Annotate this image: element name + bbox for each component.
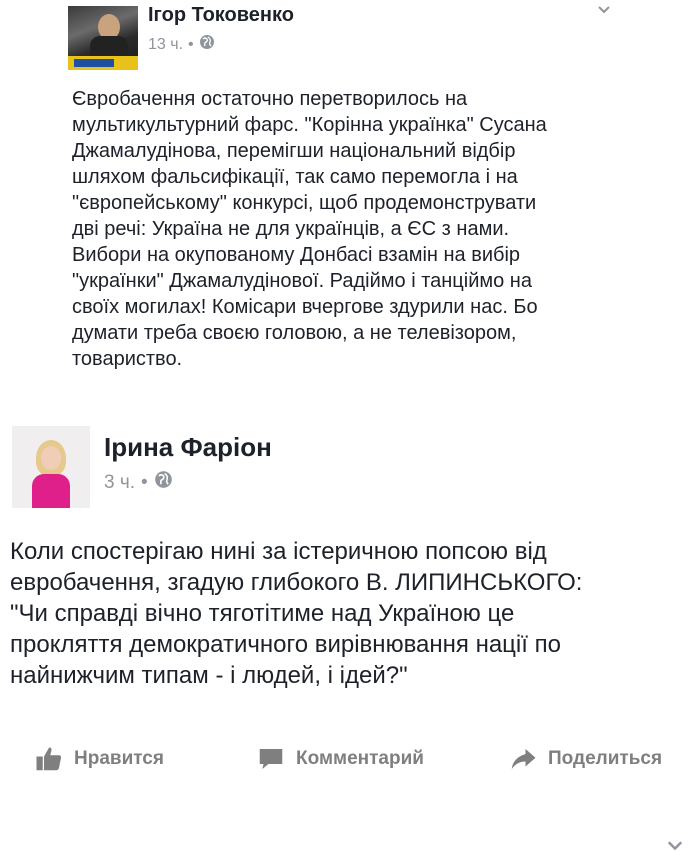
post-actions-bar: Нравится Комментарий Поделиться	[0, 736, 700, 784]
avatar-top	[32, 474, 70, 508]
post-iryna: Ірина Фаріон 3 ч. • Коли спостерігаю нин…	[0, 412, 700, 851]
avatar-face	[41, 446, 61, 470]
comment-label: Комментарий	[296, 748, 424, 769]
like-button[interactable]: Нравится	[34, 744, 164, 774]
avatar-shirt	[90, 36, 128, 58]
post-time[interactable]: 13 ч.	[148, 36, 183, 54]
comment-icon	[256, 744, 286, 774]
post-text: Євробачення остаточно перетворилось на м…	[72, 88, 547, 370]
post-text: Коли спостерігаю нині за істеричною попс…	[10, 538, 583, 689]
globe-icon[interactable]	[199, 34, 215, 55]
meta-separator: •	[141, 471, 148, 493]
post-time[interactable]: 3 ч.	[104, 472, 135, 494]
comment-button[interactable]: Комментарий	[256, 744, 424, 774]
avatar[interactable]	[68, 6, 138, 70]
post-meta: 3 ч. •	[104, 470, 173, 495]
share-button[interactable]: Поделиться	[508, 744, 662, 774]
avatar[interactable]	[12, 426, 90, 508]
author-name[interactable]: Ігор Токовенко	[148, 4, 294, 27]
avatar-banner-stripe	[74, 59, 114, 67]
like-label: Нравится	[74, 748, 164, 769]
thumbs-up-icon	[34, 744, 64, 774]
chevron-down-icon[interactable]	[665, 836, 685, 856]
post-igor: Ігор Токовенко 13 ч. • Євробачення остат…	[0, 0, 700, 412]
globe-icon[interactable]	[154, 470, 173, 495]
share-label: Поделиться	[548, 748, 663, 769]
author-name[interactable]: Ірина Фаріон	[104, 432, 272, 463]
share-arrow-icon	[508, 744, 538, 774]
meta-separator: •	[188, 35, 194, 53]
post-meta: 13 ч. •	[148, 34, 215, 55]
chevron-down-icon[interactable]	[596, 2, 612, 18]
